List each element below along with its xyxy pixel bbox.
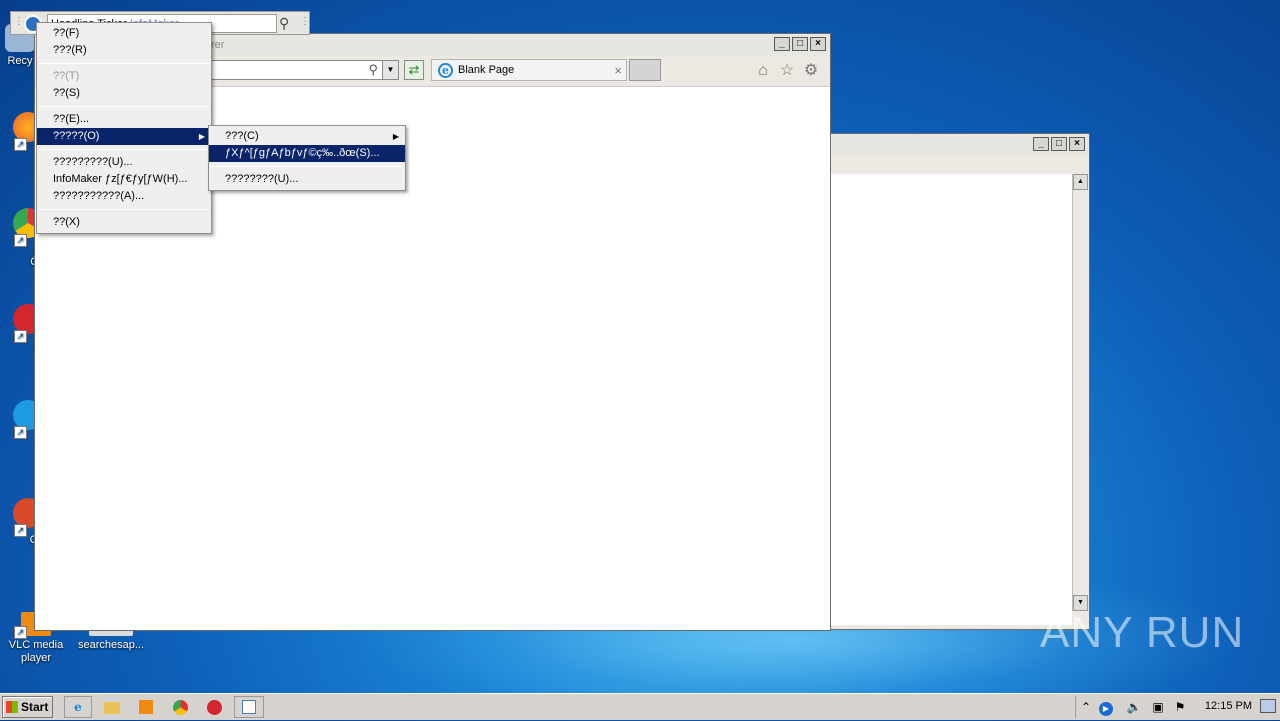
menu-item-homepage[interactable]: InfoMaker ƒz[ƒ€ƒy[ƒW(H)... bbox=[37, 171, 211, 188]
menu-separator bbox=[39, 149, 209, 150]
refresh-button[interactable]: ⇄ bbox=[404, 60, 424, 80]
tab-blank-page[interactable]: e Blank Page × bbox=[431, 59, 627, 81]
menu-item-options[interactable]: ?????(O) ▶ bbox=[37, 128, 211, 145]
menu-item-label: ?????????(U)... bbox=[53, 156, 133, 168]
menu-item-about[interactable]: ???????????(A)... bbox=[37, 188, 211, 205]
menu-item-label: InfoMaker ƒz[ƒ€ƒy[ƒW(H)... bbox=[53, 173, 188, 185]
network-icon[interactable]: ▣ bbox=[1150, 699, 1166, 715]
menu-item-label: ??(T) bbox=[53, 70, 80, 82]
opera-icon bbox=[206, 700, 222, 715]
menu-item-refresh[interactable]: ???(R) bbox=[37, 42, 211, 59]
shortcut-arrow-icon: ↗ bbox=[14, 426, 27, 439]
vertical-scrollbar[interactable]: ▲ ▼ bbox=[1072, 174, 1088, 611]
volume-icon[interactable]: 🔈 bbox=[1126, 699, 1142, 715]
anyrun-watermark: ANY RUN bbox=[1040, 608, 1245, 657]
options-submenu[interactable]: ???(C) ▶ ƒXƒ^[ƒgƒAƒbƒvƒ©ç‰..ðœ(S)... ????… bbox=[208, 125, 406, 191]
show-desktop-button[interactable] bbox=[1260, 699, 1276, 713]
shortcut-arrow-icon: ↗ bbox=[14, 234, 27, 247]
submenu-item-uninstall[interactable]: ????????(U)... bbox=[209, 171, 405, 188]
minimize-button[interactable]: _ bbox=[774, 37, 790, 51]
home-icon[interactable]: ⌂ bbox=[754, 62, 772, 80]
grip-icon: ⋮ bbox=[14, 16, 24, 27]
background-window-titlebar[interactable]: _ □ × bbox=[829, 134, 1089, 154]
taskbar-app-button[interactable] bbox=[234, 696, 264, 718]
taskbar-media-button[interactable] bbox=[132, 696, 160, 718]
search-icon[interactable]: ⚲ bbox=[368, 62, 378, 78]
background-window-content bbox=[829, 174, 1072, 625]
menu-item-label: ????????(U)... bbox=[225, 173, 299, 185]
background-window[interactable]: _ □ × ▲ ▼ bbox=[828, 133, 1090, 630]
windows-logo-icon bbox=[6, 701, 18, 713]
media-player-icon bbox=[139, 700, 153, 714]
start-label: Start bbox=[21, 700, 49, 714]
maximize-button[interactable]: □ bbox=[1051, 137, 1067, 151]
menu-item-stop: ??(T) bbox=[37, 68, 211, 85]
desktop-icon-label: searchesap... bbox=[77, 639, 145, 651]
favorites-star-icon[interactable]: ☆ bbox=[778, 62, 796, 80]
address-bar[interactable]: ⚲ ▼ bbox=[205, 60, 399, 80]
system-tray: ⌃ ▶ 🔈 ▣ ⚑ 12:15 PM bbox=[1075, 696, 1280, 718]
menu-item-edit[interactable]: ??(E)... bbox=[37, 111, 211, 128]
address-dropdown-button[interactable]: ▼ bbox=[382, 61, 398, 79]
menu-item-file[interactable]: ??(F) bbox=[37, 25, 211, 42]
tab-close-icon[interactable]: × bbox=[614, 63, 622, 78]
folder-icon bbox=[104, 702, 120, 714]
menu-separator bbox=[39, 63, 209, 64]
scroll-up-button[interactable]: ▲ bbox=[1073, 174, 1088, 190]
menu-item-label: ??(F) bbox=[53, 27, 80, 39]
clock[interactable]: 12:15 PM bbox=[1205, 700, 1252, 712]
submenu-item-customize[interactable]: ???(C) ▶ bbox=[209, 128, 405, 145]
taskbar-chrome-button[interactable] bbox=[166, 696, 194, 718]
maximize-button[interactable]: □ bbox=[792, 37, 808, 51]
close-button[interactable]: × bbox=[810, 37, 826, 51]
submenu-arrow-icon: ▶ bbox=[198, 132, 205, 141]
menu-separator bbox=[39, 209, 209, 210]
taskbar: Start e ⌃ ▶ 🔈 ▣ ⚑ 12:15 PM bbox=[0, 693, 1280, 720]
context-menu[interactable]: ??(F) ???(R) ??(T) ??(S) ??(E)... ?????(… bbox=[36, 22, 212, 234]
show-hidden-icons-icon[interactable]: ⌃ bbox=[1078, 699, 1094, 715]
close-button[interactable]: × bbox=[1069, 137, 1085, 151]
window-icon bbox=[242, 700, 256, 714]
ie-logo-icon: e bbox=[438, 63, 453, 78]
menu-item-label: ?????(O) bbox=[53, 130, 100, 142]
ie-window-title: rer bbox=[211, 39, 225, 51]
menu-item-label: ???????????(A)... bbox=[53, 190, 145, 202]
desktop-icon-label: Recy bbox=[7, 55, 33, 67]
media-player-tray-icon[interactable]: ▶ bbox=[1098, 699, 1114, 716]
shortcut-arrow-icon: ↗ bbox=[14, 138, 27, 151]
action-center-flag-icon[interactable]: ⚑ bbox=[1172, 699, 1188, 715]
menu-separator bbox=[39, 106, 209, 107]
menu-item-label: ??(X) bbox=[53, 216, 80, 228]
submenu-arrow-icon: ▶ bbox=[392, 132, 399, 141]
desktop-icon-label: VLC media player bbox=[8, 639, 64, 664]
shortcut-arrow-icon: ↗ bbox=[14, 626, 27, 639]
menu-item-label: ƒXƒ^[ƒgƒAƒbƒvƒ©ç‰..ðœ(S)... bbox=[225, 147, 380, 159]
tab-label: Blank Page bbox=[458, 64, 515, 76]
menu-item-update[interactable]: ?????????(U)... bbox=[37, 154, 211, 171]
shortcut-arrow-icon: ↗ bbox=[14, 330, 27, 343]
menu-item-label: ???(R) bbox=[53, 44, 87, 56]
new-tab-button[interactable] bbox=[629, 59, 661, 81]
shortcut-arrow-icon: ↗ bbox=[14, 524, 27, 537]
taskbar-opera-button[interactable] bbox=[200, 696, 228, 718]
submenu-item-startup[interactable]: ƒXƒ^[ƒgƒAƒbƒvƒ©ç‰..ðœ(S)... bbox=[209, 145, 405, 162]
start-button[interactable]: Start bbox=[2, 696, 53, 718]
menu-item-label: ??(E)... bbox=[53, 113, 90, 125]
settings-gear-icon[interactable]: ⚙ bbox=[802, 62, 820, 80]
grip-icon: ⋮ bbox=[300, 16, 310, 27]
taskbar-ie-button[interactable]: e bbox=[64, 696, 92, 718]
menu-item-label: ???(C) bbox=[225, 130, 259, 142]
taskbar-explorer-button[interactable] bbox=[98, 696, 126, 718]
search-icon[interactable]: ⚲ bbox=[279, 15, 289, 32]
menu-item-exit[interactable]: ??(X) bbox=[37, 214, 211, 231]
chrome-icon bbox=[172, 700, 188, 715]
minimize-button[interactable]: _ bbox=[1033, 137, 1049, 151]
menu-item-label: ??(S) bbox=[53, 87, 80, 99]
menu-separator bbox=[211, 166, 403, 167]
menu-item-settings[interactable]: ??(S) bbox=[37, 85, 211, 102]
